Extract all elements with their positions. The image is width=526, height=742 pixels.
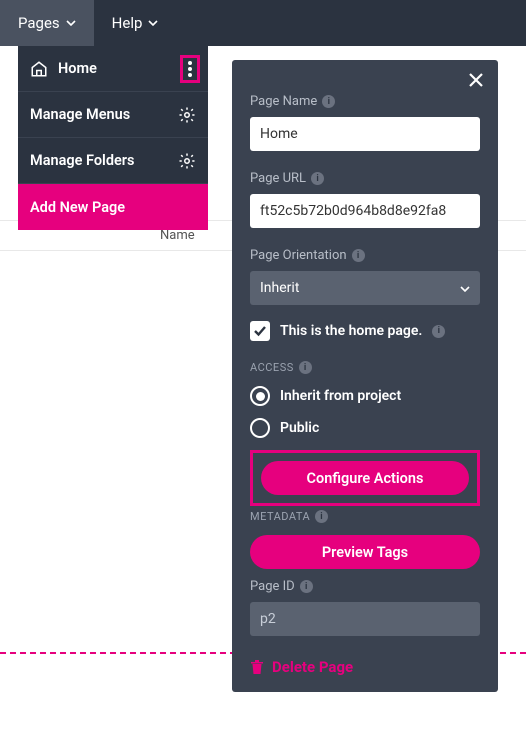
info-icon[interactable]: i bbox=[432, 325, 445, 338]
configure-actions-highlight: Configure Actions bbox=[250, 450, 480, 506]
home-checkbox-label: This is the home page. bbox=[280, 323, 422, 339]
chevron-down-icon bbox=[460, 280, 470, 296]
kebab-menu-icon[interactable] bbox=[188, 61, 192, 77]
context-menu-highlight bbox=[180, 55, 200, 83]
access-section-header: ACCESS i bbox=[250, 361, 480, 374]
radio-icon bbox=[250, 418, 270, 438]
access-public-label: Public bbox=[280, 420, 319, 436]
gear-icon[interactable] bbox=[178, 106, 196, 124]
configure-actions-button[interactable]: Configure Actions bbox=[261, 461, 469, 495]
radio-icon bbox=[250, 386, 270, 406]
chevron-down-icon bbox=[148, 20, 158, 26]
topbar-pages[interactable]: Pages bbox=[0, 0, 94, 46]
sidebar-item-manage-folders[interactable]: Manage Folders bbox=[18, 138, 208, 184]
trash-icon bbox=[250, 659, 264, 675]
page-id-label: Page ID i bbox=[250, 579, 480, 594]
info-icon[interactable]: i bbox=[352, 249, 365, 262]
sidebar-home-label: Home bbox=[58, 60, 97, 77]
delete-page-label: Delete Page bbox=[272, 658, 353, 676]
checkbox-icon[interactable] bbox=[250, 321, 270, 341]
delete-page-button[interactable]: Delete Page bbox=[250, 658, 480, 676]
page-name-input[interactable] bbox=[250, 117, 480, 151]
page-id-input bbox=[250, 602, 480, 636]
manage-menus-label: Manage Menus bbox=[30, 106, 130, 123]
manage-folders-label: Manage Folders bbox=[30, 152, 134, 169]
topbar-help-label: Help bbox=[112, 14, 143, 32]
access-public-radio[interactable]: Public bbox=[250, 418, 480, 438]
home-icon bbox=[30, 60, 48, 78]
chevron-down-icon bbox=[66, 20, 76, 26]
page-properties-panel: Page Name i Page URL i Page Orientation … bbox=[232, 60, 498, 692]
topbar-pages-label: Pages bbox=[18, 14, 60, 32]
preview-tags-button[interactable]: Preview Tags bbox=[250, 535, 480, 569]
sidebar-item-home[interactable]: Home bbox=[18, 46, 208, 92]
add-new-page-label: Add New Page bbox=[30, 199, 125, 216]
name-column-header: Name bbox=[160, 228, 195, 243]
info-icon[interactable]: i bbox=[315, 510, 328, 523]
page-name-label: Page Name i bbox=[250, 94, 480, 109]
orientation-select[interactable]: Inherit bbox=[250, 271, 480, 305]
topbar-help[interactable]: Help bbox=[94, 0, 177, 46]
info-icon[interactable]: i bbox=[300, 580, 313, 593]
page-url-label: Page URL i bbox=[250, 171, 480, 186]
pages-sidebar: Home Manage Menus Manage Folders Add New… bbox=[18, 46, 208, 230]
info-icon[interactable]: i bbox=[299, 361, 312, 374]
access-inherit-radio[interactable]: Inherit from project bbox=[250, 386, 480, 406]
orientation-label: Page Orientation i bbox=[250, 248, 480, 263]
topbar: Pages Help bbox=[0, 0, 526, 46]
gear-icon[interactable] bbox=[178, 152, 196, 170]
close-button[interactable] bbox=[466, 70, 486, 90]
page-url-input[interactable] bbox=[250, 194, 480, 228]
orientation-value: Inherit bbox=[260, 280, 299, 296]
info-icon[interactable]: i bbox=[311, 172, 324, 185]
metadata-section-header: METADATA i bbox=[250, 510, 480, 523]
info-icon[interactable]: i bbox=[322, 95, 335, 108]
access-inherit-label: Inherit from project bbox=[280, 388, 401, 404]
sidebar-item-manage-menus[interactable]: Manage Menus bbox=[18, 92, 208, 138]
home-page-checkbox-row[interactable]: This is the home page. i bbox=[250, 321, 480, 341]
sidebar-item-add-new-page[interactable]: Add New Page bbox=[18, 184, 208, 230]
